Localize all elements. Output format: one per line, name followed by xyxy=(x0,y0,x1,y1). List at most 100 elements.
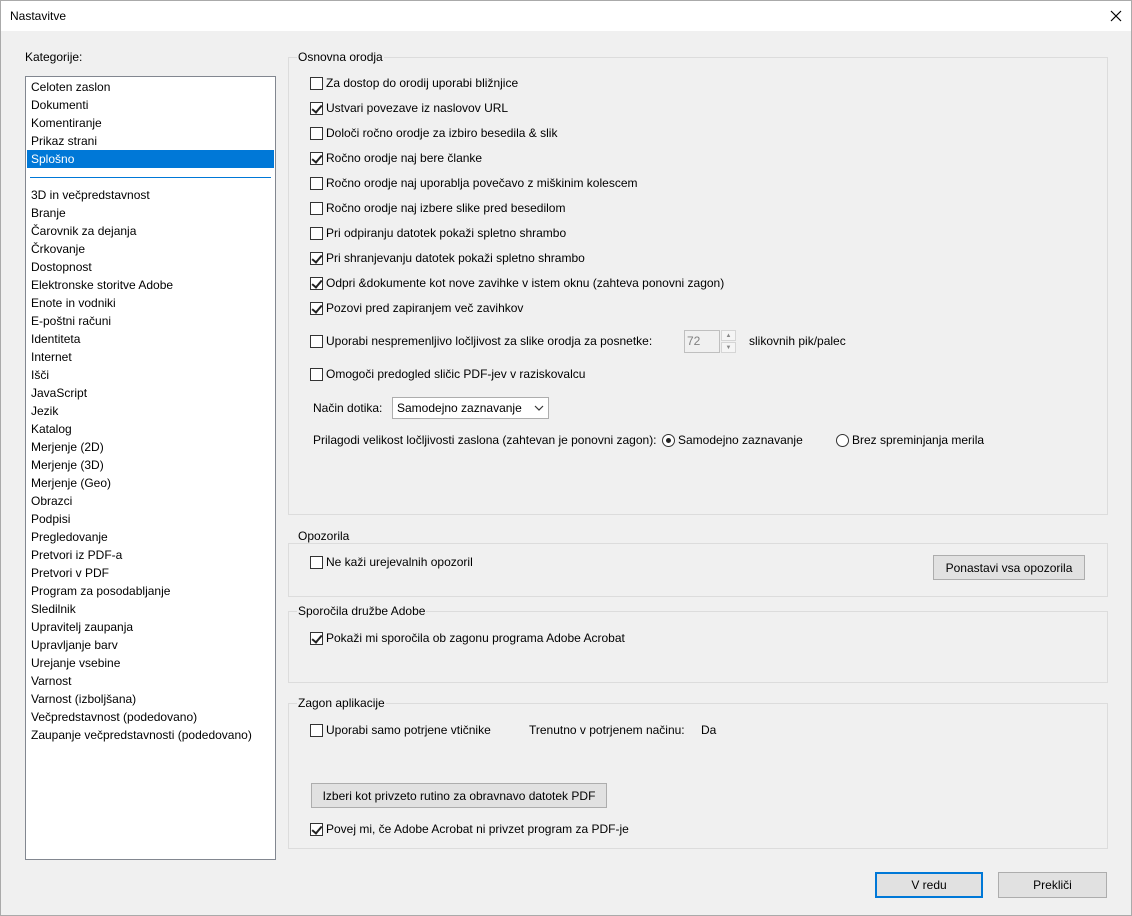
adobe-messages-title: Sporočila družbe Adobe xyxy=(297,604,427,618)
basic-tools-option[interactable]: Pri odpiranju datotek pokaži spletno shr… xyxy=(310,226,566,240)
sidebar-item[interactable]: Merjenje (3D) xyxy=(27,456,274,474)
resolution-option[interactable]: Uporabi nespremenljivo ločljivost za sli… xyxy=(310,334,652,348)
sidebar-item[interactable]: Pretvori v PDF xyxy=(27,564,274,582)
basic-tools-option[interactable]: Ročno orodje naj bere članke xyxy=(310,151,482,165)
option-checkbox[interactable] xyxy=(310,226,323,240)
basic-tools-option[interactable]: Določi ročno orodje za izbiro besedila &… xyxy=(310,126,557,140)
adobe-messages-label: Pokaži mi sporočila ob zagonu programa A… xyxy=(326,631,625,645)
sidebar-item[interactable]: Sledilnik xyxy=(27,600,274,618)
sidebar-item[interactable]: Katalog xyxy=(27,420,274,438)
notify-default-option[interactable]: Povej mi, če Adobe Acrobat ni privzet pr… xyxy=(310,822,629,836)
sidebar-item[interactable]: E-poštni računi xyxy=(27,312,274,330)
sidebar-item[interactable]: Dostopnost xyxy=(27,258,274,276)
scaling-none-label: Brez spreminjanja merila xyxy=(852,433,985,447)
sidebar-item[interactable]: Varnost xyxy=(27,672,274,690)
sidebar-item[interactable]: Celoten zaslon xyxy=(27,78,274,96)
current-mode-label: Trenutno v potrjenem načinu: xyxy=(529,723,685,737)
sidebar-item[interactable]: Upravljanje barv xyxy=(27,636,274,654)
default-handler-button[interactable]: Izberi kot privzeto rutino za obravnavo … xyxy=(311,783,607,808)
thumbnail-preview-checkbox[interactable] xyxy=(310,367,323,381)
adobe-messages-checkbox[interactable] xyxy=(310,631,323,645)
sidebar-item[interactable]: Išči xyxy=(27,366,274,384)
scaling-auto-radio[interactable] xyxy=(662,433,675,447)
option-checkbox[interactable] xyxy=(310,201,323,215)
option-checkbox[interactable] xyxy=(310,251,323,265)
sidebar-item[interactable]: Komentiranje xyxy=(27,114,274,132)
option-label: Določi ročno orodje za izbiro besedila &… xyxy=(326,126,558,140)
sidebar-item[interactable]: Večpredstavnost (podedovano) xyxy=(27,708,274,726)
sidebar-item[interactable]: Podpisi xyxy=(27,510,274,528)
sidebar-item[interactable]: Branje xyxy=(27,204,274,222)
cancel-button[interactable]: Prekliči xyxy=(998,872,1107,898)
option-label: Ročno orodje naj bere članke xyxy=(326,151,483,165)
resolution-unit: slikovnih pik/palec xyxy=(749,334,846,348)
sidebar-item[interactable]: Splošno xyxy=(27,150,274,168)
sidebar-item[interactable]: Jezik xyxy=(27,402,274,420)
notify-default-checkbox[interactable] xyxy=(310,822,323,836)
resolution-spinner[interactable]: ▲ ▼ xyxy=(721,330,736,353)
sidebar-item[interactable]: Črkovanje xyxy=(27,240,274,258)
sidebar-item[interactable]: Elektronske storitve Adobe xyxy=(27,276,274,294)
warnings-option[interactable]: Ne kaži urejevalnih opozoril xyxy=(310,555,473,569)
sidebar-item[interactable]: Obrazci xyxy=(27,492,274,510)
sidebar-item[interactable]: Dokumenti xyxy=(27,96,274,114)
sidebar-item[interactable]: Merjenje (Geo) xyxy=(27,474,274,492)
warnings-checkbox[interactable] xyxy=(310,555,323,569)
sidebar-separator xyxy=(30,177,271,178)
sidebar-item[interactable]: Identiteta xyxy=(27,330,274,348)
sidebar-item[interactable]: Pregledovanje xyxy=(27,528,274,546)
basic-tools-option[interactable]: Pri shranjevanju datotek pokaži spletno … xyxy=(310,251,585,265)
close-icon[interactable] xyxy=(1101,1,1131,31)
preferences-dialog: Nastavitve Kategorije: Celoten zaslon Dok… xyxy=(0,0,1132,916)
resolution-label: Uporabi nespremenljivo ločljivost za sli… xyxy=(326,334,653,348)
categories-list[interactable]: Celoten zaslon Dokumenti Komentiranje Prika… xyxy=(25,76,276,860)
touch-mode-select[interactable]: Samodejno zaznavanje xyxy=(392,397,549,419)
scaling-none-option[interactable]: Brez spreminjanja merila xyxy=(836,433,984,447)
option-label: Pri shranjevanju datotek pokaži spletno … xyxy=(326,251,585,265)
option-checkbox[interactable] xyxy=(310,101,323,115)
certified-plugins-checkbox[interactable] xyxy=(310,723,323,737)
sidebar-item[interactable]: Internet xyxy=(27,348,274,366)
scaling-auto-option[interactable]: Samodejno zaznavanje xyxy=(662,433,803,447)
sidebar-item[interactable]: Pretvori iz PDF-a xyxy=(27,546,274,564)
option-checkbox[interactable] xyxy=(310,151,323,165)
option-label: Ročno orodje naj izbere slike pred besed… xyxy=(326,201,566,215)
option-label: Pri odpiranju datotek pokaži spletno shr… xyxy=(326,226,567,240)
spin-up-icon[interactable]: ▲ xyxy=(721,330,736,341)
basic-tools-option[interactable]: Ročno orodje naj izbere slike pred besed… xyxy=(310,201,565,215)
option-checkbox[interactable] xyxy=(310,126,323,140)
sidebar-item[interactable]: Enote in vodniki xyxy=(27,294,274,312)
basic-tools-option[interactable]: Odpri &dokumente kot nove zavihke v iste… xyxy=(310,276,724,290)
option-checkbox[interactable] xyxy=(310,276,323,290)
sidebar-item[interactable]: Zaupanje večpredstavnosti (podedovano) xyxy=(27,726,274,744)
basic-tools-option[interactable]: Ročno orodje naj uporablja povečavo z mi… xyxy=(310,176,637,190)
basic-tools-option[interactable]: Ustvari povezave iz naslovov URL xyxy=(310,101,508,115)
resolution-checkbox[interactable] xyxy=(310,334,323,348)
adobe-messages-option[interactable]: Pokaži mi sporočila ob zagonu programa A… xyxy=(310,631,625,645)
sidebar-item[interactable]: Varnost (izboljšana) xyxy=(27,690,274,708)
basic-tools-option[interactable]: Pozovi pred zapiranjem več zavihkov xyxy=(310,301,523,315)
sidebar-item[interactable]: Urejanje vsebine xyxy=(27,654,274,672)
option-label: Odpri &dokumente kot nove zavihke v iste… xyxy=(326,276,725,290)
option-checkbox[interactable] xyxy=(310,76,323,90)
reset-warnings-button[interactable]: Ponastavi vsa opozorila xyxy=(933,555,1085,580)
sidebar-item[interactable]: Prikaz strani xyxy=(27,132,274,150)
sidebar-item[interactable]: JavaScript xyxy=(27,384,274,402)
scaling-none-radio[interactable] xyxy=(836,433,849,447)
option-checkbox[interactable] xyxy=(310,301,323,315)
touch-mode-value: Samodejno zaznavanje xyxy=(397,401,522,415)
resolution-input[interactable]: 72 xyxy=(684,330,720,353)
sidebar-item[interactable]: Merjenje (2D) xyxy=(27,438,274,456)
sidebar-item[interactable]: 3D in večpredstavnost xyxy=(27,186,274,204)
sidebar-item[interactable]: Program za posodabljanje xyxy=(27,582,274,600)
sidebar-item[interactable]: Upravitelj zaupanja xyxy=(27,618,274,636)
thumbnail-preview-option[interactable]: Omogoči predogled sličic PDF-jev v razis… xyxy=(310,367,585,381)
screen-scaling-label: Prilagodi velikost ločljivosti zaslona (… xyxy=(313,433,657,447)
option-checkbox[interactable] xyxy=(310,176,323,190)
option-label: Za dostop do orodij uporabi bližnjice xyxy=(326,76,519,90)
sidebar-item[interactable]: Čarovnik za dejanja xyxy=(27,222,274,240)
ok-button[interactable]: V redu xyxy=(875,872,983,898)
spin-down-icon[interactable]: ▼ xyxy=(721,342,736,353)
certified-plugins-option[interactable]: Uporabi samo potrjene vtičnike xyxy=(310,723,491,737)
basic-tools-option[interactable]: Za dostop do orodij uporabi bližnjice xyxy=(310,76,518,90)
